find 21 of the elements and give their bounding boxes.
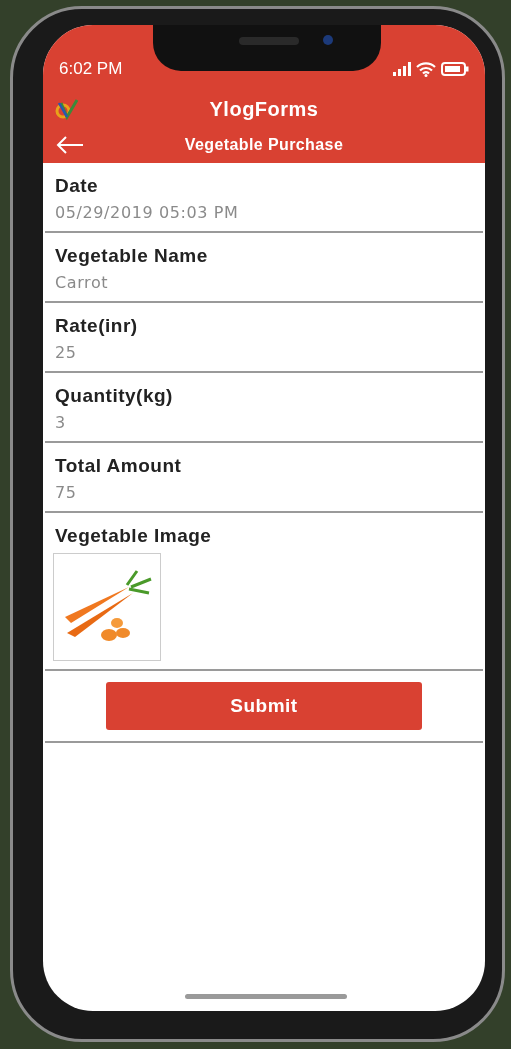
field-value[interactable]: 3	[55, 413, 473, 432]
app-title: YlogForms	[208, 97, 320, 121]
field-value[interactable]: 25	[55, 343, 473, 362]
field-value[interactable]: Carrot	[55, 273, 473, 292]
battery-icon	[441, 62, 469, 76]
field-label: Total Amount	[55, 455, 183, 477]
status-time: 6:02 PM	[59, 59, 123, 79]
field-label: Vegetable Image	[55, 525, 213, 547]
field-value[interactable]: 05/29/2019 05:03 PM	[55, 203, 473, 222]
field-label: Rate(inr)	[55, 315, 139, 337]
page-title: Vegetable Purchase	[183, 136, 345, 154]
wifi-icon	[416, 61, 436, 77]
submit-button[interactable]: Submit	[106, 682, 422, 730]
back-arrow-icon[interactable]	[55, 135, 85, 155]
signal-icon	[393, 62, 411, 76]
field-label: Date	[55, 175, 100, 197]
field-label: Vegetable Name	[55, 245, 209, 267]
field-value[interactable]: 75	[55, 483, 473, 502]
image-thumbnail[interactable]	[53, 553, 161, 661]
field-label: Quantity(kg)	[55, 385, 174, 407]
logo-icon	[55, 97, 79, 121]
